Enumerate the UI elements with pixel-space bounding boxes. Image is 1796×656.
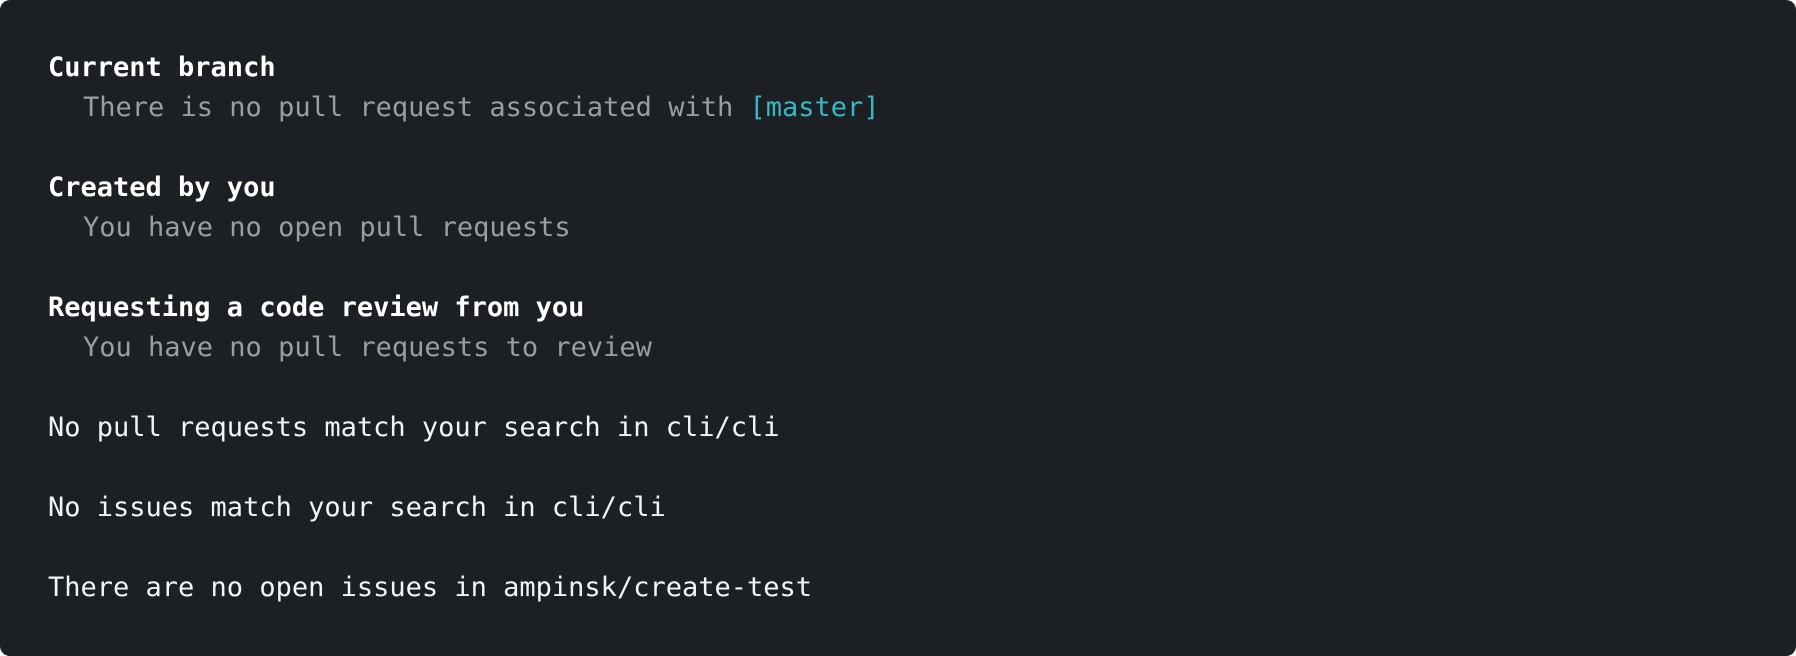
no-prs-match-message: No pull requests match your search in cl… [48, 412, 780, 443]
created-by-you-message: You have no open pull requests [83, 212, 571, 243]
current-branch-heading: Current branch [48, 52, 276, 83]
created-by-you-heading: Created by you [48, 172, 276, 203]
no-open-issues-message: There are no open issues in ampinsk/crea… [48, 572, 813, 603]
terminal-output: Current branch There is no pull request … [0, 0, 1796, 656]
no-issues-match-message: No issues match your search in cli/cli [48, 492, 666, 523]
review-requests-section: Requesting a code review from you You ha… [48, 288, 1748, 368]
branch-name: [master] [749, 92, 880, 123]
review-requests-heading: Requesting a code review from you [48, 292, 585, 323]
current-branch-section: Current branch There is no pull request … [48, 48, 1748, 128]
current-branch-text: There is no pull request associated with [83, 92, 750, 123]
created-by-you-section: Created by you You have no open pull req… [48, 168, 1748, 248]
current-branch-message: There is no pull request associated with… [48, 88, 1748, 128]
review-requests-message: You have no pull requests to review [83, 332, 652, 363]
